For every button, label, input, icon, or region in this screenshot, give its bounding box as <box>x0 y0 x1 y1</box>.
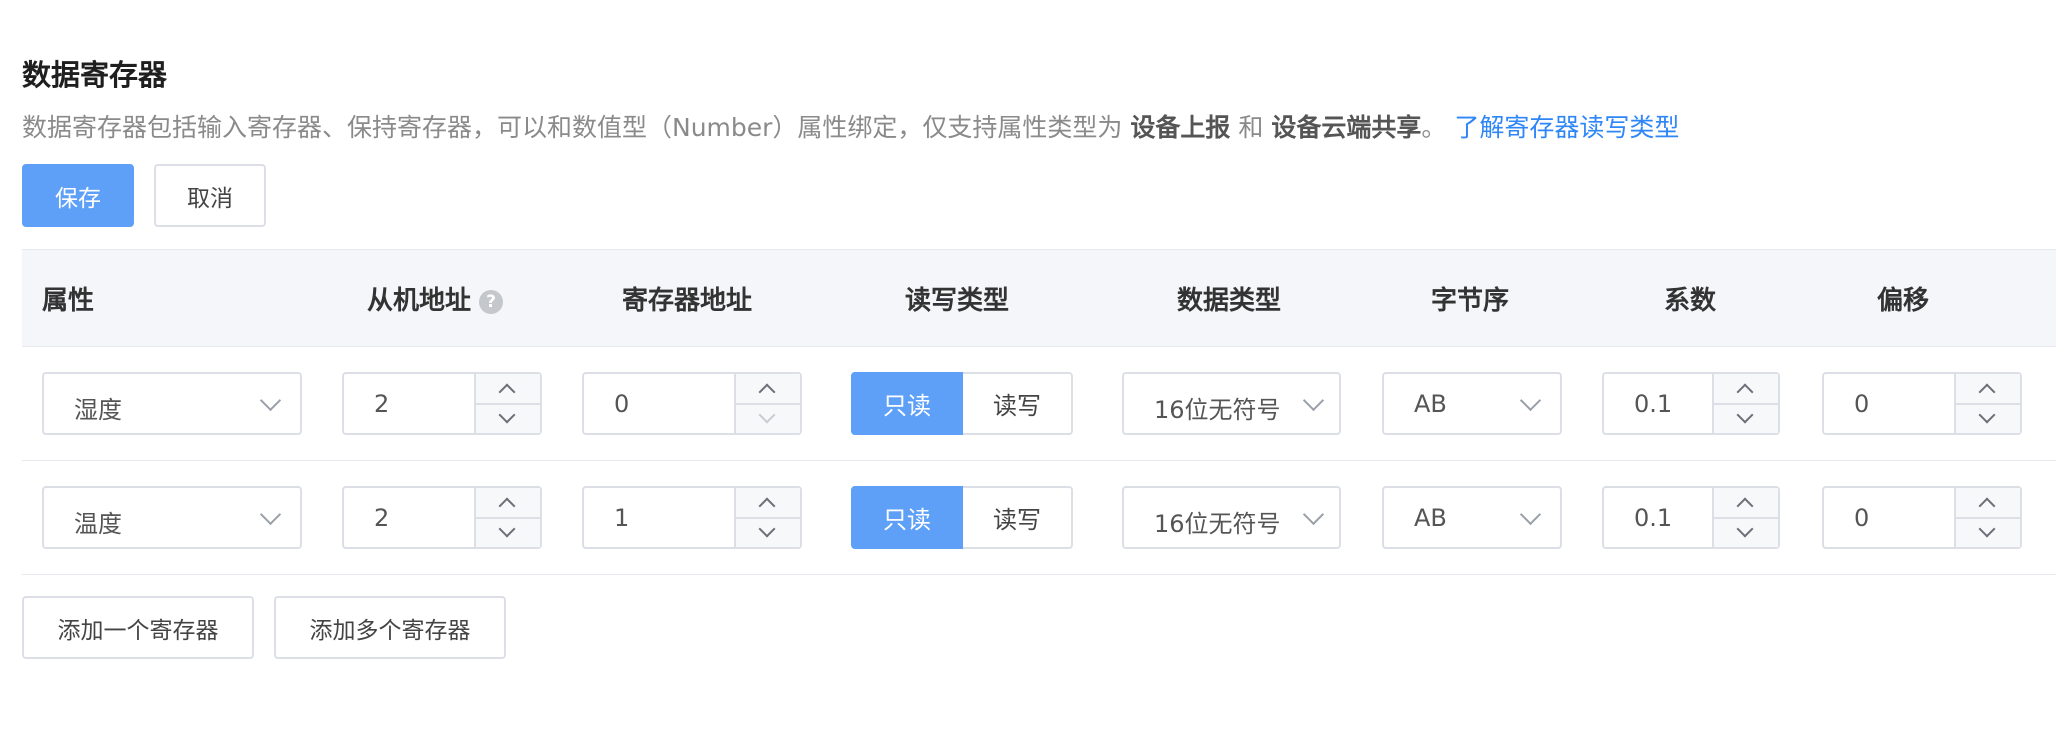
header-register-address: 寄存器地址 <box>622 286 753 316</box>
header-coefficient: 系数 <box>1664 286 1717 316</box>
rw-readonly-option[interactable]: 只读 <box>851 372 963 435</box>
property-select[interactable]: 湿度 <box>42 372 302 435</box>
header-offset: 偏移 <box>1877 286 1930 316</box>
decrement-button[interactable] <box>476 404 540 433</box>
chevron-down-icon <box>1978 406 1996 424</box>
chevron-down-icon <box>758 520 776 538</box>
slave-address-stepper <box>474 488 540 547</box>
header-byte-order: 字节序 <box>1431 286 1510 316</box>
register-address-stepper <box>734 374 800 433</box>
chevron-down-icon <box>498 406 516 424</box>
description-and: 和 <box>1238 113 1264 142</box>
add-one-register-button[interactable]: 添加一个寄存器 <box>22 596 254 659</box>
chevron-up-icon <box>1736 383 1754 401</box>
chevron-up-icon <box>758 497 776 515</box>
byte-order-select[interactable]: AB <box>1382 372 1562 435</box>
coefficient-input[interactable]: 0.1 <box>1602 372 1780 435</box>
chevron-down-icon <box>1519 503 1542 526</box>
rw-readwrite-option[interactable]: 读写 <box>963 486 1073 549</box>
chevron-up-icon <box>1978 497 1996 515</box>
property-select[interactable]: 温度 <box>42 486 302 549</box>
chevron-down-icon <box>1978 520 1996 538</box>
chevron-up-icon <box>1978 383 1996 401</box>
slave-address-input[interactable]: 2 <box>342 372 542 435</box>
chevron-down-icon <box>1302 389 1325 412</box>
offset-input[interactable]: 0 <box>1822 372 2022 435</box>
chevron-up-icon <box>1736 497 1754 515</box>
learn-rw-type-link[interactable]: 了解寄存器读写类型 <box>1454 113 1679 142</box>
cancel-button[interactable]: 取消 <box>154 164 266 227</box>
chevron-down-icon <box>1519 389 1542 412</box>
decrement-button[interactable] <box>476 518 540 547</box>
slave-address-stepper <box>474 374 540 433</box>
increment-button[interactable] <box>1956 374 2020 405</box>
page-description: 数据寄存器包括输入寄存器、保持寄存器，可以和数值型（Number）属性绑定，仅支… <box>22 108 1679 144</box>
rw-readwrite-option[interactable]: 读写 <box>963 372 1073 435</box>
chevron-up-icon <box>498 497 516 515</box>
data-type-select[interactable]: 16位无符号 <box>1122 486 1341 549</box>
increment-button[interactable] <box>736 374 800 405</box>
description-text: 数据寄存器包括输入寄存器、保持寄存器，可以和数值型（Number）属性绑定，仅支… <box>22 113 1123 142</box>
offset-input[interactable]: 0 <box>1822 486 2022 549</box>
chevron-down-icon <box>1736 520 1754 538</box>
description-suffix: 。 <box>1421 113 1447 142</box>
chevron-down-icon <box>758 406 776 424</box>
table-header: 属性 从机地址? 寄存器地址 读写类型 数据类型 字节序 系数 偏移 <box>22 249 2056 347</box>
decrement-button[interactable] <box>736 404 800 433</box>
chevron-up-icon <box>498 383 516 401</box>
slave-address-input[interactable]: 2 <box>342 486 542 549</box>
row-divider <box>22 574 2056 575</box>
chevron-down-icon <box>259 503 282 526</box>
increment-button[interactable] <box>1714 374 1778 405</box>
header-rw-type: 读写类型 <box>905 286 1010 316</box>
register-address-input[interactable]: 0 <box>582 372 802 435</box>
chevron-down-icon <box>1302 503 1325 526</box>
decrement-button[interactable] <box>1714 404 1778 433</box>
chevron-down-icon <box>1736 406 1754 424</box>
register-address-stepper <box>734 488 800 547</box>
save-button[interactable]: 保存 <box>22 164 134 227</box>
chevron-up-icon <box>758 383 776 401</box>
row-divider <box>22 460 2056 461</box>
decrement-button[interactable] <box>1956 518 2020 547</box>
decrement-button[interactable] <box>1714 518 1778 547</box>
increment-button[interactable] <box>736 488 800 519</box>
register-address-input[interactable]: 1 <box>582 486 802 549</box>
rw-readonly-option[interactable]: 只读 <box>851 486 963 549</box>
data-type-select[interactable]: 16位无符号 <box>1122 372 1341 435</box>
header-property: 属性 <box>42 286 95 316</box>
header-slave-address-label: 从机地址 <box>367 286 472 316</box>
byte-order-select[interactable]: AB <box>1382 486 1562 549</box>
coefficient-stepper <box>1712 488 1778 547</box>
coefficient-stepper <box>1712 374 1778 433</box>
decrement-button[interactable] <box>736 518 800 547</box>
decrement-button[interactable] <box>1956 404 2020 433</box>
offset-stepper <box>1954 374 2020 433</box>
chevron-down-icon <box>498 520 516 538</box>
coefficient-input[interactable]: 0.1 <box>1602 486 1780 549</box>
page-title: 数据寄存器 <box>22 58 168 92</box>
add-multiple-registers-button[interactable]: 添加多个寄存器 <box>274 596 506 659</box>
property-type-cloud-shared: 设备云端共享 <box>1271 113 1422 142</box>
property-type-device-report: 设备上报 <box>1130 113 1231 142</box>
offset-stepper <box>1954 488 2020 547</box>
increment-button[interactable] <box>1714 488 1778 519</box>
increment-button[interactable] <box>476 488 540 519</box>
increment-button[interactable] <box>476 374 540 405</box>
header-slave-address: 从机地址? <box>367 280 504 317</box>
increment-button[interactable] <box>1956 488 2020 519</box>
question-circle-icon[interactable]: ? <box>479 289 504 314</box>
header-data-type: 数据类型 <box>1177 286 1282 316</box>
chevron-down-icon <box>259 389 282 412</box>
